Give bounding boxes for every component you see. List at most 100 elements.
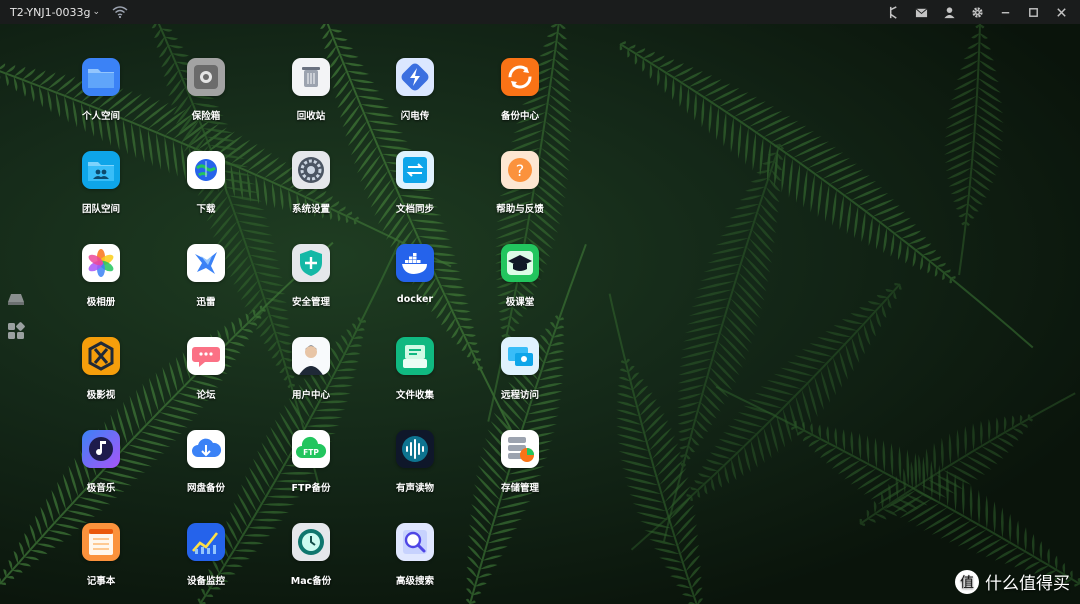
app-label: 下载 bbox=[196, 204, 216, 215]
title-bar: T2-YNJ1-0033g ⌄ bbox=[0, 0, 1080, 24]
app-chart-monitor[interactable]: 设备监控 bbox=[161, 523, 251, 603]
svg-text:?: ? bbox=[516, 161, 525, 180]
safe-icon bbox=[187, 58, 225, 96]
app-chat-bubble[interactable]: 论坛 bbox=[161, 337, 251, 417]
app-label: 记事本 bbox=[86, 576, 116, 587]
app-label: 远程访问 bbox=[500, 390, 539, 401]
svg-text:FTP: FTP bbox=[303, 448, 319, 457]
app-label: 极课堂 bbox=[505, 297, 535, 308]
app-docker-whale[interactable]: docker bbox=[370, 244, 460, 324]
app-music-note[interactable]: 极音乐 bbox=[56, 430, 146, 510]
app-ftp-cloud[interactable]: FTP FTP备份 bbox=[266, 430, 356, 510]
team-folder-icon bbox=[82, 151, 120, 189]
app-label: 极音乐 bbox=[86, 483, 116, 494]
graduation-cap-icon bbox=[501, 244, 539, 282]
apps-grid-icon[interactable] bbox=[7, 322, 25, 340]
app-label: 备份中心 bbox=[500, 111, 539, 122]
app-user-avatar[interactable]: 用户中心 bbox=[266, 337, 356, 417]
app-label: FTP备份 bbox=[291, 483, 331, 494]
notepad-icon bbox=[82, 523, 120, 561]
app-search-magnifier[interactable]: 高级搜索 bbox=[370, 523, 460, 603]
app-storage-pie[interactable]: 存储管理 bbox=[475, 430, 565, 510]
chat-bubble-icon bbox=[187, 337, 225, 375]
pin-icon[interactable] bbox=[886, 5, 900, 19]
trash-icon bbox=[292, 58, 330, 96]
app-label: 论坛 bbox=[196, 390, 216, 401]
app-globe-download[interactable]: 下载 bbox=[161, 151, 251, 231]
app-label: 存储管理 bbox=[500, 483, 539, 494]
app-folder[interactable]: 个人空间 bbox=[56, 58, 146, 138]
app-label: 网盘备份 bbox=[186, 483, 225, 494]
app-team-folder[interactable]: 团队空间 bbox=[56, 151, 146, 231]
app-cloud-download[interactable]: 网盘备份 bbox=[161, 430, 251, 510]
app-photos[interactable]: 极相册 bbox=[56, 244, 146, 324]
app-settings-gear[interactable]: 系统设置 bbox=[266, 151, 356, 231]
document-sync-icon bbox=[396, 151, 434, 189]
app-film[interactable]: 极影视 bbox=[56, 337, 146, 417]
app-time-machine[interactable]: Mac备份 bbox=[266, 523, 356, 603]
wifi-icon bbox=[112, 6, 128, 19]
globe-download-icon bbox=[187, 151, 225, 189]
app-shield-plus[interactable]: 安全管理 bbox=[266, 244, 356, 324]
file-collect-icon bbox=[396, 337, 434, 375]
app-label: docker bbox=[396, 294, 434, 305]
app-label: 保险箱 bbox=[191, 111, 221, 122]
folder-icon bbox=[82, 58, 120, 96]
app-label: 迅雷 bbox=[196, 297, 216, 308]
watermark-text: 什么值得买 bbox=[985, 574, 1070, 594]
app-notepad[interactable]: 记事本 bbox=[56, 523, 146, 603]
app-audio-wave[interactable]: 有声读物 bbox=[370, 430, 460, 510]
app-label: 安全管理 bbox=[291, 297, 330, 308]
lightning-icon bbox=[396, 58, 434, 96]
watermark-logo: 值 bbox=[955, 569, 979, 594]
gear-icon[interactable] bbox=[970, 5, 984, 19]
ftp-cloud-icon: FTP bbox=[292, 430, 330, 468]
maximize-icon[interactable] bbox=[1026, 5, 1040, 19]
app-label: 有声读物 bbox=[395, 483, 434, 494]
backup-sync-icon bbox=[501, 58, 539, 96]
close-icon[interactable] bbox=[1054, 5, 1068, 19]
app-label: 个人空间 bbox=[81, 111, 120, 122]
device-name-label: T2-YNJ1-0033g bbox=[10, 5, 91, 19]
app-lightning[interactable]: 闪电传 bbox=[370, 58, 460, 138]
minimize-icon[interactable] bbox=[998, 5, 1012, 19]
mail-icon[interactable] bbox=[914, 5, 928, 19]
shield-plus-icon bbox=[292, 244, 330, 282]
app-label: 系统设置 bbox=[291, 204, 330, 215]
app-trash[interactable]: 回收站 bbox=[266, 58, 356, 138]
app-document-sync[interactable]: 文档同步 bbox=[370, 151, 460, 231]
app-label: 回收站 bbox=[296, 111, 326, 122]
chevron-down-icon: ⌄ bbox=[92, 7, 101, 17]
photos-icon bbox=[82, 244, 120, 282]
user-avatar-icon bbox=[292, 337, 330, 375]
app-label: 文档同步 bbox=[395, 204, 434, 215]
film-icon bbox=[82, 337, 120, 375]
app-label: 高级搜索 bbox=[395, 576, 434, 587]
thunder-bird-icon bbox=[187, 244, 225, 282]
app-file-collect[interactable]: 文件收集 bbox=[370, 337, 460, 417]
audio-wave-icon bbox=[396, 430, 434, 468]
device-selector[interactable]: T2-YNJ1-0033g ⌄ bbox=[10, 6, 100, 19]
settings-gear-icon bbox=[292, 151, 330, 189]
cloud-download-icon bbox=[187, 430, 225, 468]
user-icon[interactable] bbox=[942, 5, 956, 19]
app-label: 极影视 bbox=[86, 390, 116, 401]
app-label: 闪电传 bbox=[400, 111, 430, 122]
app-label: 设备监控 bbox=[186, 576, 225, 587]
app-safe[interactable]: 保险箱 bbox=[161, 58, 251, 138]
app-label: 文件收集 bbox=[395, 390, 434, 401]
app-label: 用户中心 bbox=[291, 390, 330, 401]
left-dock bbox=[6, 290, 26, 340]
app-remote-access[interactable]: 远程访问 bbox=[475, 337, 565, 417]
chart-monitor-icon bbox=[187, 523, 225, 561]
app-help[interactable]: ? 帮助与反馈 bbox=[475, 151, 565, 231]
app-graduation-cap[interactable]: 极课堂 bbox=[475, 244, 565, 324]
svg-text:值: 值 bbox=[960, 575, 974, 591]
app-thunder-bird[interactable]: 迅雷 bbox=[161, 244, 251, 324]
app-backup-sync[interactable]: 备份中心 bbox=[475, 58, 565, 138]
app-label: Mac备份 bbox=[290, 576, 332, 587]
app-label: 团队空间 bbox=[81, 204, 120, 215]
app-label: 极相册 bbox=[86, 297, 116, 308]
drive-icon[interactable] bbox=[7, 290, 25, 308]
docker-whale-icon bbox=[396, 244, 434, 282]
